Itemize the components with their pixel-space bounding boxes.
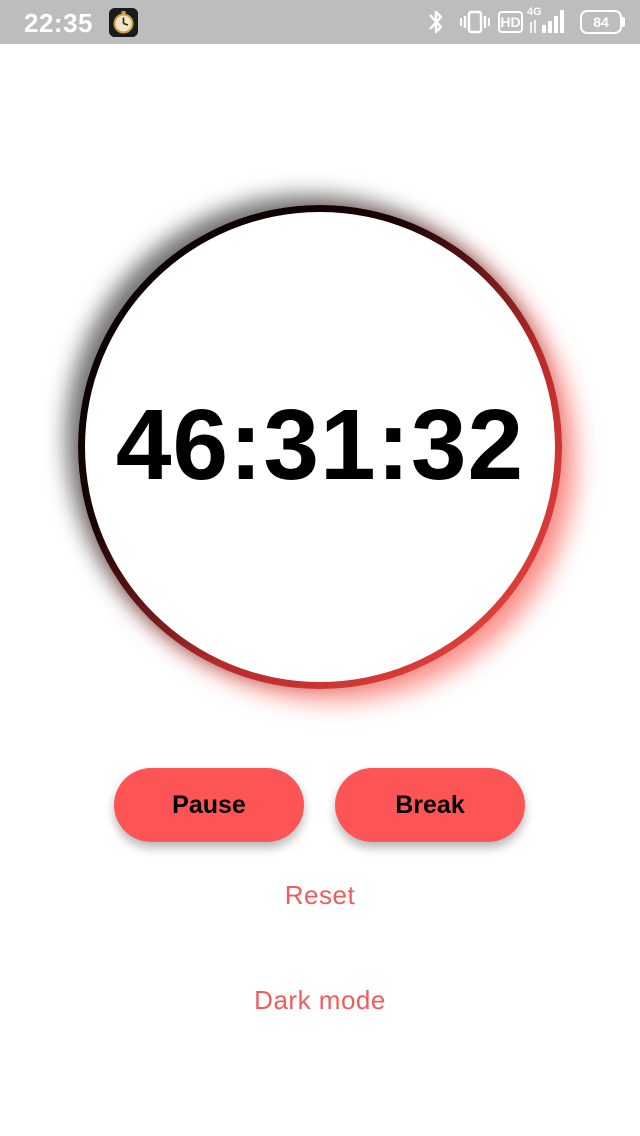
timer-display: 46:31:32 xyxy=(115,389,525,501)
status-bar: 22:35 HD 4G 84 xyxy=(0,0,640,44)
reset-link[interactable]: Reset xyxy=(0,880,640,911)
break-button[interactable]: Break xyxy=(335,768,525,842)
hd-label: HD xyxy=(500,14,521,30)
timer-screen: 22:35 HD 4G 84 46:31:32 Pause Break Rese… xyxy=(0,0,640,1136)
battery-icon: 84 xyxy=(580,10,626,34)
dark-mode-toggle[interactable]: Dark mode xyxy=(0,985,640,1016)
hd-icon: HD xyxy=(498,11,523,33)
bluetooth-icon xyxy=(429,10,443,34)
pause-button[interactable]: Pause xyxy=(114,768,304,842)
vibrate-icon xyxy=(460,10,490,34)
signal-icon: 4G xyxy=(527,0,569,44)
battery-level: 84 xyxy=(593,14,609,30)
status-icons: HD 4G 84 xyxy=(0,0,640,44)
